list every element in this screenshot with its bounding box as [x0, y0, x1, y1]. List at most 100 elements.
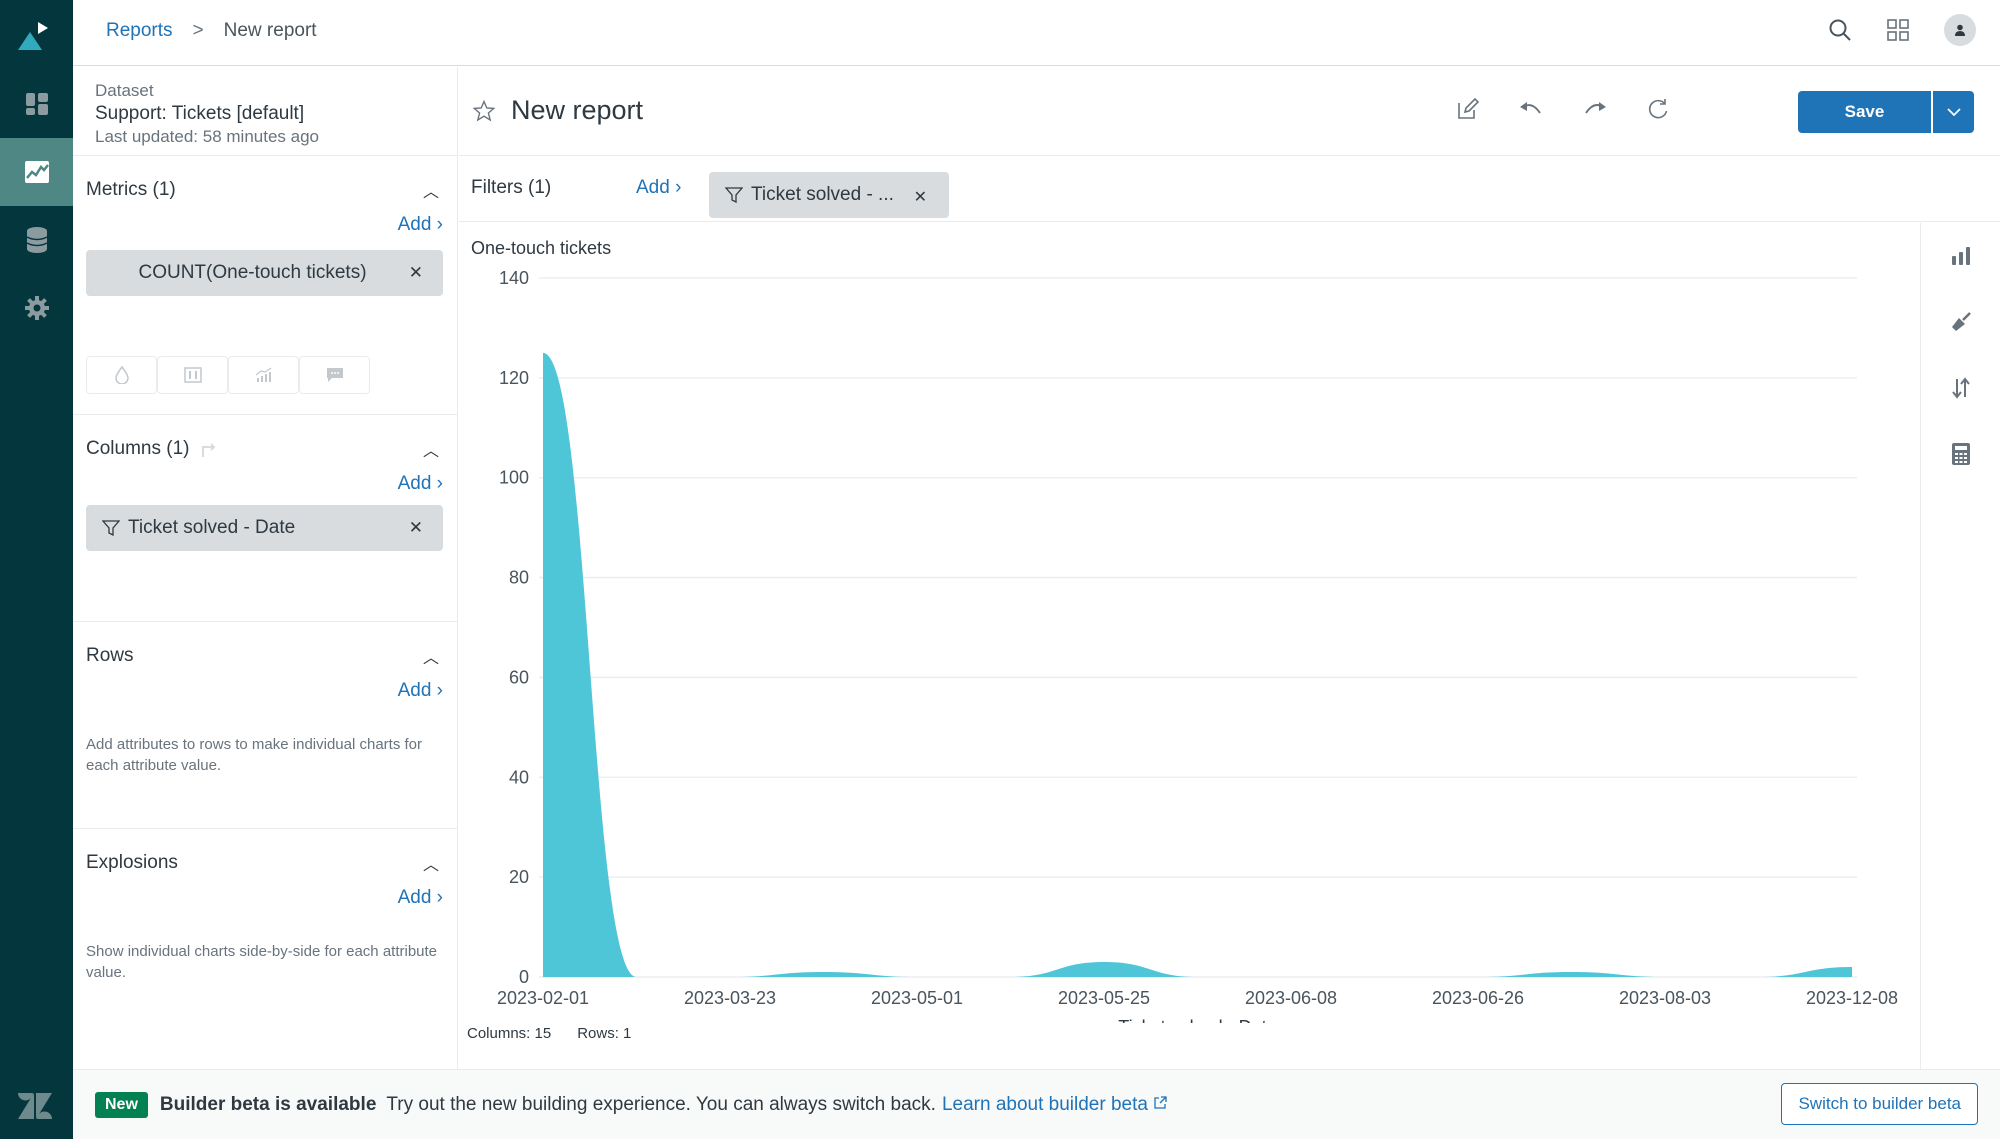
swap-axes-icon[interactable]: [199, 439, 219, 459]
metric-pill-label: COUNT(One-touch tickets): [138, 262, 367, 283]
external-link-icon: [1154, 1095, 1167, 1109]
column-pill-label: Ticket solved - Date: [128, 517, 296, 538]
add-row-link[interactable]: Add ›: [86, 680, 443, 702]
banner-headline: Builder beta is available: [159, 1093, 377, 1115]
nav-admin[interactable]: [0, 274, 73, 342]
remove-metric-close-icon[interactable]: ✕: [409, 263, 423, 283]
rows-section: Rows ︿ Add › Add attributes to rows to m…: [73, 622, 457, 829]
x-tick-label: 2023-12-08: [1806, 988, 1898, 1008]
bar-chart-icon: [1952, 247, 1970, 265]
trend-bars-icon: [255, 367, 271, 382]
column-pill[interactable]: Ticket solved - Date ✕: [86, 505, 443, 551]
rows-count: Rows: 1: [577, 1025, 632, 1042]
database-icon: [26, 227, 47, 253]
x-tick-label: 2023-08-03: [1619, 988, 1711, 1008]
explore-logo-icon[interactable]: [16, 18, 56, 52]
collapse-rows-chevron-up-icon[interactable]: ︿: [423, 644, 443, 668]
undo-icon[interactable]: [1518, 99, 1544, 119]
columns-count: Columns: 15: [467, 1025, 552, 1042]
product-tray-icon[interactable]: [1886, 18, 1910, 42]
collapse-metrics-chevron-up-icon[interactable]: ︿: [423, 178, 443, 202]
top-bar: Reports > New report: [73, 0, 2000, 66]
refresh-icon[interactable]: [1646, 97, 1670, 121]
save-options-dropdown[interactable]: [1931, 91, 1974, 133]
dataset-updated: Last updated: 58 minutes ago: [95, 127, 319, 146]
save-button[interactable]: Save: [1798, 91, 1931, 133]
collapse-columns-chevron-up-icon[interactable]: ︿: [423, 437, 443, 461]
add-metric-link[interactable]: Add ›: [86, 214, 443, 236]
breadcrumb: Reports > New report: [106, 20, 317, 42]
learn-builder-beta-link[interactable]: Learn about builder beta: [942, 1094, 1167, 1116]
nav-reports[interactable]: [0, 138, 73, 206]
user-icon: [1955, 24, 1965, 36]
y-tick-label: 100: [499, 468, 529, 488]
favorite-star-icon[interactable]: [473, 100, 495, 122]
x-tick-label: 2023-05-01: [871, 988, 963, 1008]
report-title[interactable]: New report: [511, 95, 643, 126]
breadcrumb-current: New report: [223, 20, 317, 41]
filter-pill[interactable]: Ticket solved - ... ✕: [709, 172, 949, 218]
filters-bar: Filters (1) Add › Ticket solved - ... ✕: [459, 156, 2000, 222]
switch-to-builder-beta-button[interactable]: Switch to builder beta: [1781, 1083, 1978, 1125]
new-badge: New: [95, 1091, 148, 1118]
chart-area: 0 20 40 60 80 100 120 140 2023-02-01 2023-03-23 20…: [459, 223, 1921, 1069]
nav-datasets[interactable]: [0, 206, 73, 274]
droplet-icon: [114, 366, 129, 384]
add-explosion-link[interactable]: Add ›: [86, 887, 443, 909]
metric-color-button[interactable]: [86, 356, 157, 394]
calculations-button[interactable]: [1922, 421, 2000, 487]
filter-funnel-icon: [725, 187, 743, 203]
collapse-explosions-chevron-up-icon[interactable]: ︿: [423, 851, 443, 875]
filter-pill-label: Ticket solved - ...: [751, 184, 894, 205]
banner-message: Try out the new building experience. You…: [386, 1093, 936, 1115]
chart-configuration-button[interactable]: [1922, 289, 2000, 355]
nav-dashboards[interactable]: [0, 70, 73, 138]
area-chart: 0 20 40 60 80 100 120 140 2023-02-01 2023-03-23 20…: [497, 268, 1898, 1023]
remove-column-close-icon[interactable]: ✕: [409, 518, 423, 538]
rows-title: Rows: [86, 645, 134, 666]
x-tick-label: 2023-06-08: [1245, 988, 1337, 1008]
x-tick-label: 2023-06-26: [1432, 988, 1524, 1008]
add-filter-link[interactable]: Add ›: [636, 177, 681, 199]
builder-beta-banner: New Builder beta is available Try out th…: [73, 1069, 2000, 1139]
dataset-label: Dataset: [95, 81, 154, 100]
metric-comment-button[interactable]: [299, 356, 370, 394]
metric-trend-button[interactable]: [228, 356, 299, 394]
breadcrumb-separator: >: [192, 20, 204, 41]
zendesk-logo-icon[interactable]: [16, 1091, 54, 1121]
explosions-help-text: Show individual charts side-by-side for …: [86, 943, 438, 981]
dataset-info: Dataset Support: Tickets [default] Last …: [73, 67, 457, 156]
column-format-icon: [183, 367, 202, 383]
remove-filter-close-icon[interactable]: ✕: [914, 187, 927, 207]
add-column-link[interactable]: Add ›: [86, 473, 443, 495]
result-stats: Columns: 15 Rows: 1: [467, 1025, 631, 1042]
visualization-type-button[interactable]: [1922, 223, 2000, 289]
explosions-title: Explosions: [86, 852, 178, 873]
redo-icon[interactable]: [1582, 99, 1608, 119]
sort-arrows-icon: [1952, 377, 1970, 399]
y-tick-label: 80: [509, 568, 529, 588]
search-icon[interactable]: [1828, 18, 1852, 42]
paintbrush-icon: [1952, 312, 1971, 331]
columns-title: Columns (1): [86, 438, 190, 459]
x-tick-label: 2023-02-01: [497, 988, 589, 1008]
report-title-bar: New report Save: [459, 67, 2000, 156]
edit-pencil-icon[interactable]: [1456, 97, 1480, 121]
metrics-title: Metrics (1): [86, 179, 176, 200]
x-axis-title: Ticket solved - Date: [1118, 1017, 1276, 1023]
explosions-section: Explosions ︿ Add › Show individual chart…: [73, 829, 457, 1069]
chart-y-title: One-touch tickets: [471, 238, 612, 258]
y-tick-label: 0: [519, 967, 529, 987]
columns-section: Columns (1) ︿ Add › Ticket solved - Date…: [73, 415, 457, 622]
area-series: [543, 352, 1852, 978]
metrics-section: Metrics (1) ︿ Add › COUNT(One-touch tick…: [73, 156, 457, 415]
sort-button[interactable]: [1922, 355, 2000, 421]
filter-funnel-icon[interactable]: [102, 520, 120, 536]
breadcrumb-reports-link[interactable]: Reports: [106, 20, 173, 42]
report-main: New report Save Filters (1) Add › Ticket…: [459, 67, 2000, 1069]
metric-format-button[interactable]: [157, 356, 228, 394]
metric-pill[interactable]: COUNT(One-touch tickets) ✕: [86, 250, 443, 296]
user-avatar[interactable]: [1944, 14, 1976, 46]
report-config-panel: Dataset Support: Tickets [default] Last …: [73, 67, 458, 1069]
dashboard-icon: [25, 93, 48, 115]
